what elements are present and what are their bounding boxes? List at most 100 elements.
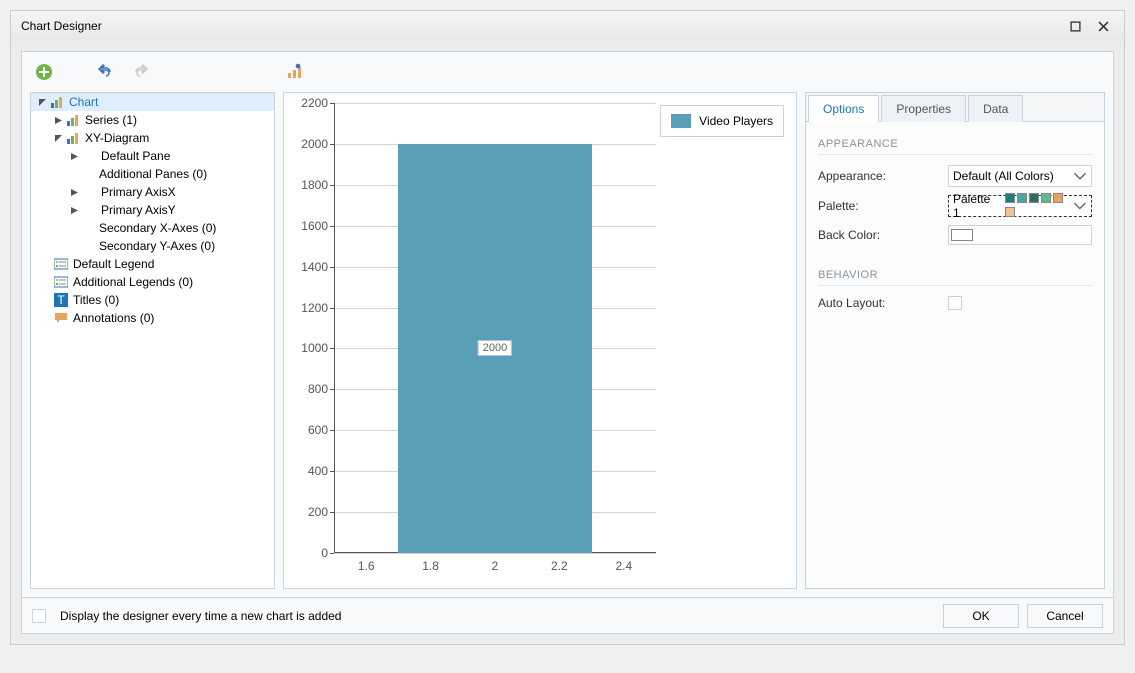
undo-button[interactable] [94,60,118,84]
tree-node-default-pane[interactable]: Default Pane [31,147,274,165]
tree-node-xydiagram[interactable]: XY-Diagram [31,129,274,147]
tree-node-additional-legends[interactable]: Additional Legends (0) [31,273,274,291]
title-icon: T [53,292,69,308]
appearance-combo[interactable]: Default (All Colors) [948,165,1092,187]
palette-swatch [1053,193,1063,203]
structure-tree[interactable]: Chart Series (1) XY-Diagram Default Pane [30,92,275,589]
tree-label: Series (1) [85,113,137,127]
y-tick-label: 800 [294,382,328,396]
title-bar: Chart Designer [11,11,1124,41]
x-tick-label: 2.4 [615,559,632,573]
appearance-label: Appearance: [818,169,948,183]
tree-label: Default Pane [101,149,170,163]
x-tick-label: 2.2 [551,559,568,573]
expand-icon[interactable] [37,97,47,107]
x-tick-label: 1.6 [358,559,375,573]
palette-swatch [1041,193,1051,203]
tabs: Options Properties Data [806,93,1104,122]
palette-swatch [1005,207,1015,217]
change-chart-type-button[interactable] [282,60,306,84]
maximize-button[interactable] [1064,15,1086,37]
add-button[interactable] [32,60,56,84]
palette-combo[interactable]: Palette 1 [948,195,1092,217]
tree-label: Additional Legends (0) [73,275,193,289]
show-designer-checkbox[interactable] [32,609,46,623]
y-tick-label: 600 [294,423,328,437]
tree-node-chart[interactable]: Chart [31,93,274,111]
y-tick-label: 1400 [294,260,328,274]
auto-layout-label: Auto Layout: [818,296,948,310]
close-button[interactable] [1092,15,1114,37]
y-tick-label: 1800 [294,178,328,192]
bars-icon [65,130,81,146]
section-appearance: APPEARANCE [818,138,1092,155]
tab-data[interactable]: Data [968,95,1023,122]
ok-button[interactable]: OK [943,604,1019,628]
palette-label: Palette: [818,199,948,213]
chart-designer-window: Chart Designer [10,10,1125,645]
x-tick-label: 2 [492,559,499,573]
x-tick-label: 1.8 [422,559,439,573]
tree-node-sec-x[interactable]: Secondary X-Axes (0) [31,219,274,237]
expand-icon[interactable] [69,151,79,161]
tree-node-default-legend[interactable]: Default Legend [31,255,274,273]
y-tick-label: 200 [294,505,328,519]
tab-options[interactable]: Options [808,95,879,122]
palette-swatch [1005,193,1015,203]
tree-label: Primary AxisX [101,185,176,199]
chart-preview: Video Players 02004006008001000120014001… [283,92,797,589]
y-tick-label: 2200 [294,96,328,110]
palette-swatch [1029,193,1039,203]
tree-node-additional-panes[interactable]: Additional Panes (0) [31,165,274,183]
chart-icon [49,94,65,110]
tree-label: Primary AxisY [101,203,176,217]
bar: 2000 [398,144,591,553]
legend-swatch [671,114,691,128]
tree-label: Annotations (0) [73,311,154,325]
toolbar [22,52,1113,92]
backcolor-picker[interactable] [948,225,1092,245]
window-title: Chart Designer [21,19,102,33]
legend-icon [53,274,69,290]
tree-label: Additional Panes (0) [99,167,207,181]
y-tick-label: 2000 [294,137,328,151]
tab-properties[interactable]: Properties [881,95,966,122]
auto-layout-checkbox[interactable] [948,296,962,310]
show-designer-label: Display the designer every time a new ch… [60,609,341,623]
tree-node-series[interactable]: Series (1) [31,111,274,129]
bar-value-label: 2000 [478,340,512,356]
chevron-down-icon [1073,199,1087,213]
expand-icon[interactable] [53,115,63,125]
appearance-value: Default (All Colors) [953,169,1054,183]
backcolor-label: Back Color: [818,228,948,242]
y-tick-label: 1600 [294,219,328,233]
tree-label: Default Legend [73,257,154,271]
section-behavior: BEHAVIOR [818,269,1092,286]
expand-icon[interactable] [53,133,63,143]
redo-button [128,60,152,84]
properties-panel: Options Properties Data APPEARANCE Appea… [805,92,1105,589]
tree-label: Secondary Y-Axes (0) [99,239,215,253]
tree-node-primary-axisy[interactable]: Primary AxisY [31,201,274,219]
legend-label: Video Players [699,114,773,128]
annotation-icon [53,310,69,326]
tree-node-annotations[interactable]: Annotations (0) [31,309,274,327]
dialog-body: Chart Series (1) XY-Diagram Default Pane [21,51,1114,634]
cancel-button[interactable]: Cancel [1027,604,1103,628]
tree-node-titles[interactable]: T Titles (0) [31,291,274,309]
y-tick-label: 400 [294,464,328,478]
svg-text:T: T [57,293,65,307]
y-tick-label: 1000 [294,341,328,355]
footer: Display the designer every time a new ch… [22,597,1113,633]
y-tick-label: 0 [294,546,328,560]
color-swatch [951,229,973,241]
tree-label: XY-Diagram [85,131,149,145]
tree-label: Titles (0) [73,293,119,307]
legend-icon [53,256,69,272]
expand-icon[interactable] [69,187,79,197]
legend: Video Players [660,105,784,137]
tree-node-primary-axisx[interactable]: Primary AxisX [31,183,274,201]
chevron-down-icon [1073,169,1087,183]
tree-node-sec-y[interactable]: Secondary Y-Axes (0) [31,237,274,255]
expand-icon[interactable] [69,205,79,215]
